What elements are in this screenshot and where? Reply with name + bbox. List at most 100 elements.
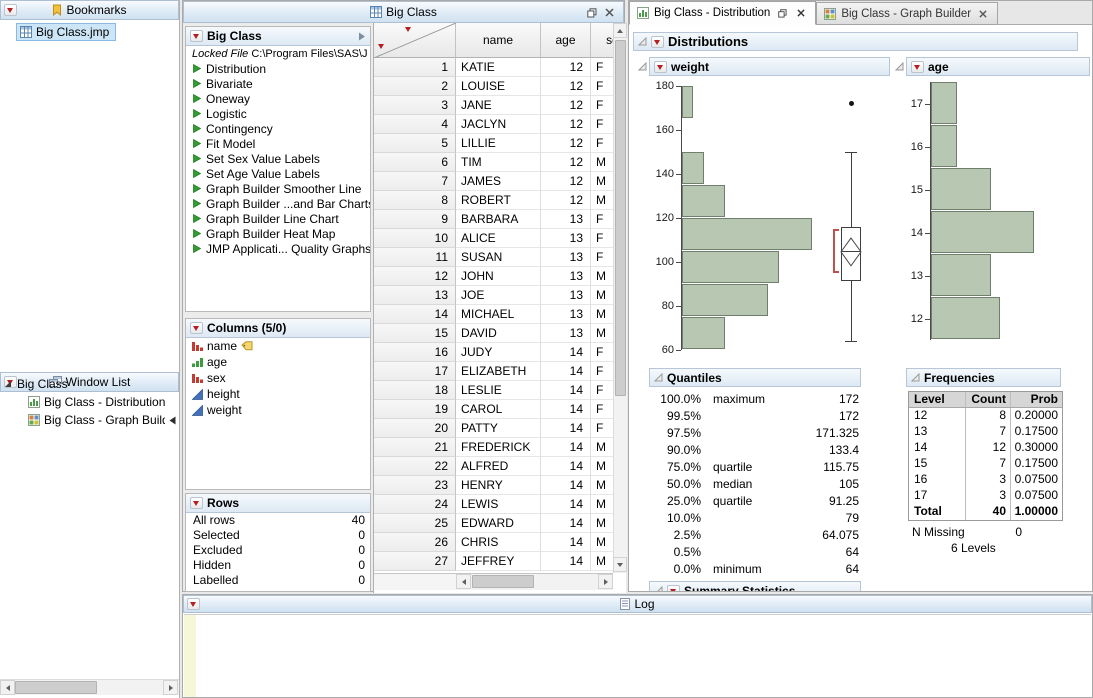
name-cell[interactable]: CAROL (456, 400, 541, 419)
tab-close-button[interactable] (976, 6, 990, 21)
name-cell[interactable]: EDWARD (456, 514, 541, 533)
columns-panel-titlebar[interactable]: Columns (5/0) (186, 319, 370, 338)
script-item[interactable]: Set Age Value Labels (186, 166, 370, 181)
sex-cell[interactable]: M (591, 495, 613, 514)
age-cell[interactable]: 14 (541, 514, 591, 533)
name-cell[interactable]: FREDERICK (456, 438, 541, 457)
name-cell[interactable]: LEWIS (456, 495, 541, 514)
tab-restore-button[interactable] (775, 6, 789, 21)
red-triangle-menu[interactable] (187, 598, 200, 610)
age-cell[interactable]: 13 (541, 229, 591, 248)
collapse-panel-chevron-icon[interactable] (358, 32, 366, 41)
weight-histogram-bar[interactable] (682, 152, 704, 184)
left-horizontal-scrollbar[interactable] (0, 679, 179, 695)
sex-cell[interactable]: F (591, 248, 613, 267)
row-number-cell[interactable]: 18 (374, 381, 456, 400)
row-number-cell[interactable]: 15 (374, 324, 456, 343)
name-cell[interactable]: LILLIE (456, 134, 541, 153)
age-cell[interactable]: 12 (541, 134, 591, 153)
column-item[interactable]: age (186, 354, 370, 370)
red-triangle-menu[interactable] (4, 4, 17, 16)
columns-red-triangle-menu[interactable] (404, 25, 417, 37)
name-cell[interactable]: TIM (456, 153, 541, 172)
age-cell[interactable]: 14 (541, 400, 591, 419)
name-cell[interactable]: LOUISE (456, 77, 541, 96)
script-item[interactable]: Contingency (186, 121, 370, 136)
script-arrow-icon[interactable] (193, 79, 201, 88)
row-number-cell[interactable]: 11 (374, 248, 456, 267)
age-cell[interactable]: 14 (541, 457, 591, 476)
distributions-outline-bar[interactable]: Distributions (633, 32, 1078, 51)
sex-cell[interactable]: F (591, 229, 613, 248)
log-content[interactable] (184, 614, 1091, 696)
name-cell[interactable]: JOE (456, 286, 541, 305)
age-outline-bar[interactable]: age (906, 57, 1090, 76)
scroll-down-button[interactable] (613, 557, 627, 572)
column-item[interactable]: name (186, 338, 370, 354)
script-arrow-icon[interactable] (193, 199, 201, 208)
scroll-up-button[interactable] (613, 23, 627, 38)
grid-vertical-scrollbar[interactable] (613, 23, 627, 573)
column-item[interactable]: weight (186, 402, 370, 418)
disclosure-icon[interactable] (895, 62, 904, 71)
column-header-age[interactable]: age (541, 23, 591, 58)
sex-cell[interactable]: M (591, 305, 613, 324)
age-cell[interactable]: 12 (541, 115, 591, 134)
window-list-root[interactable]: Big Class (4, 376, 68, 392)
sex-cell[interactable]: M (591, 286, 613, 305)
sex-cell[interactable]: M (591, 324, 613, 343)
scroll-right-button[interactable] (163, 680, 178, 695)
scroll-thumb[interactable] (472, 575, 534, 588)
weight-histogram-bar[interactable] (682, 185, 725, 217)
age-cell[interactable]: 13 (541, 267, 591, 286)
row-stat[interactable]: All rows 40 (186, 513, 370, 528)
script-arrow-icon[interactable] (193, 244, 201, 253)
row-number-cell[interactable]: 9 (374, 210, 456, 229)
age-cell[interactable]: 13 (541, 305, 591, 324)
sex-cell[interactable]: F (591, 96, 613, 115)
script-item[interactable]: Graph Builder Line Chart (186, 211, 370, 226)
script-arrow-icon[interactable] (193, 154, 201, 163)
script-arrow-icon[interactable] (193, 139, 201, 148)
script-arrow-icon[interactable] (193, 229, 201, 238)
window-list-item-graph-builder[interactable]: Big Class - Graph Builder (28, 412, 176, 428)
age-cell[interactable]: 12 (541, 172, 591, 191)
data-window-titlebar[interactable]: Big Class (183, 1, 624, 23)
sex-cell[interactable]: F (591, 343, 613, 362)
sex-cell[interactable]: F (591, 58, 613, 77)
age-cell[interactable]: 14 (541, 438, 591, 457)
script-item[interactable]: Graph Builder Heat Map (186, 226, 370, 241)
row-number-cell[interactable]: 25 (374, 514, 456, 533)
row-stat[interactable]: Excluded 0 (186, 543, 370, 558)
scroll-left-button[interactable] (0, 680, 15, 695)
age-cell[interactable]: 12 (541, 77, 591, 96)
name-cell[interactable]: PATTY (456, 419, 541, 438)
row-number-cell[interactable]: 22 (374, 457, 456, 476)
script-arrow-icon[interactable] (193, 214, 201, 223)
disclosure-icon[interactable] (654, 373, 663, 382)
sex-cell[interactable]: F (591, 419, 613, 438)
weight-histogram-bar[interactable] (682, 86, 693, 118)
row-number-cell[interactable]: 19 (374, 400, 456, 419)
age-histogram-bar[interactable] (931, 168, 991, 210)
age-cell[interactable]: 13 (541, 286, 591, 305)
row-number-cell[interactable]: 20 (374, 419, 456, 438)
age-cell[interactable]: 12 (541, 96, 591, 115)
quantiles-outline-bar[interactable]: Quantiles (649, 368, 861, 387)
restore-button[interactable] (583, 5, 600, 20)
name-cell[interactable]: BARBARA (456, 210, 541, 229)
age-cell[interactable]: 14 (541, 476, 591, 495)
name-cell[interactable]: HENRY (456, 476, 541, 495)
sex-cell[interactable]: M (591, 457, 613, 476)
script-item[interactable]: Fit Model (186, 136, 370, 151)
weight-histogram-bar[interactable] (682, 284, 768, 316)
age-cell[interactable]: 14 (541, 381, 591, 400)
red-triangle-menu[interactable] (911, 61, 924, 73)
row-number-cell[interactable]: 27 (374, 552, 456, 571)
row-number-cell[interactable]: 17 (374, 362, 456, 381)
tree-expander-icon[interactable] (4, 380, 12, 388)
row-number-cell[interactable]: 5 (374, 134, 456, 153)
sex-cell[interactable]: F (591, 115, 613, 134)
table-panel-titlebar[interactable]: Big Class (186, 27, 370, 46)
row-number-cell[interactable]: 6 (374, 153, 456, 172)
